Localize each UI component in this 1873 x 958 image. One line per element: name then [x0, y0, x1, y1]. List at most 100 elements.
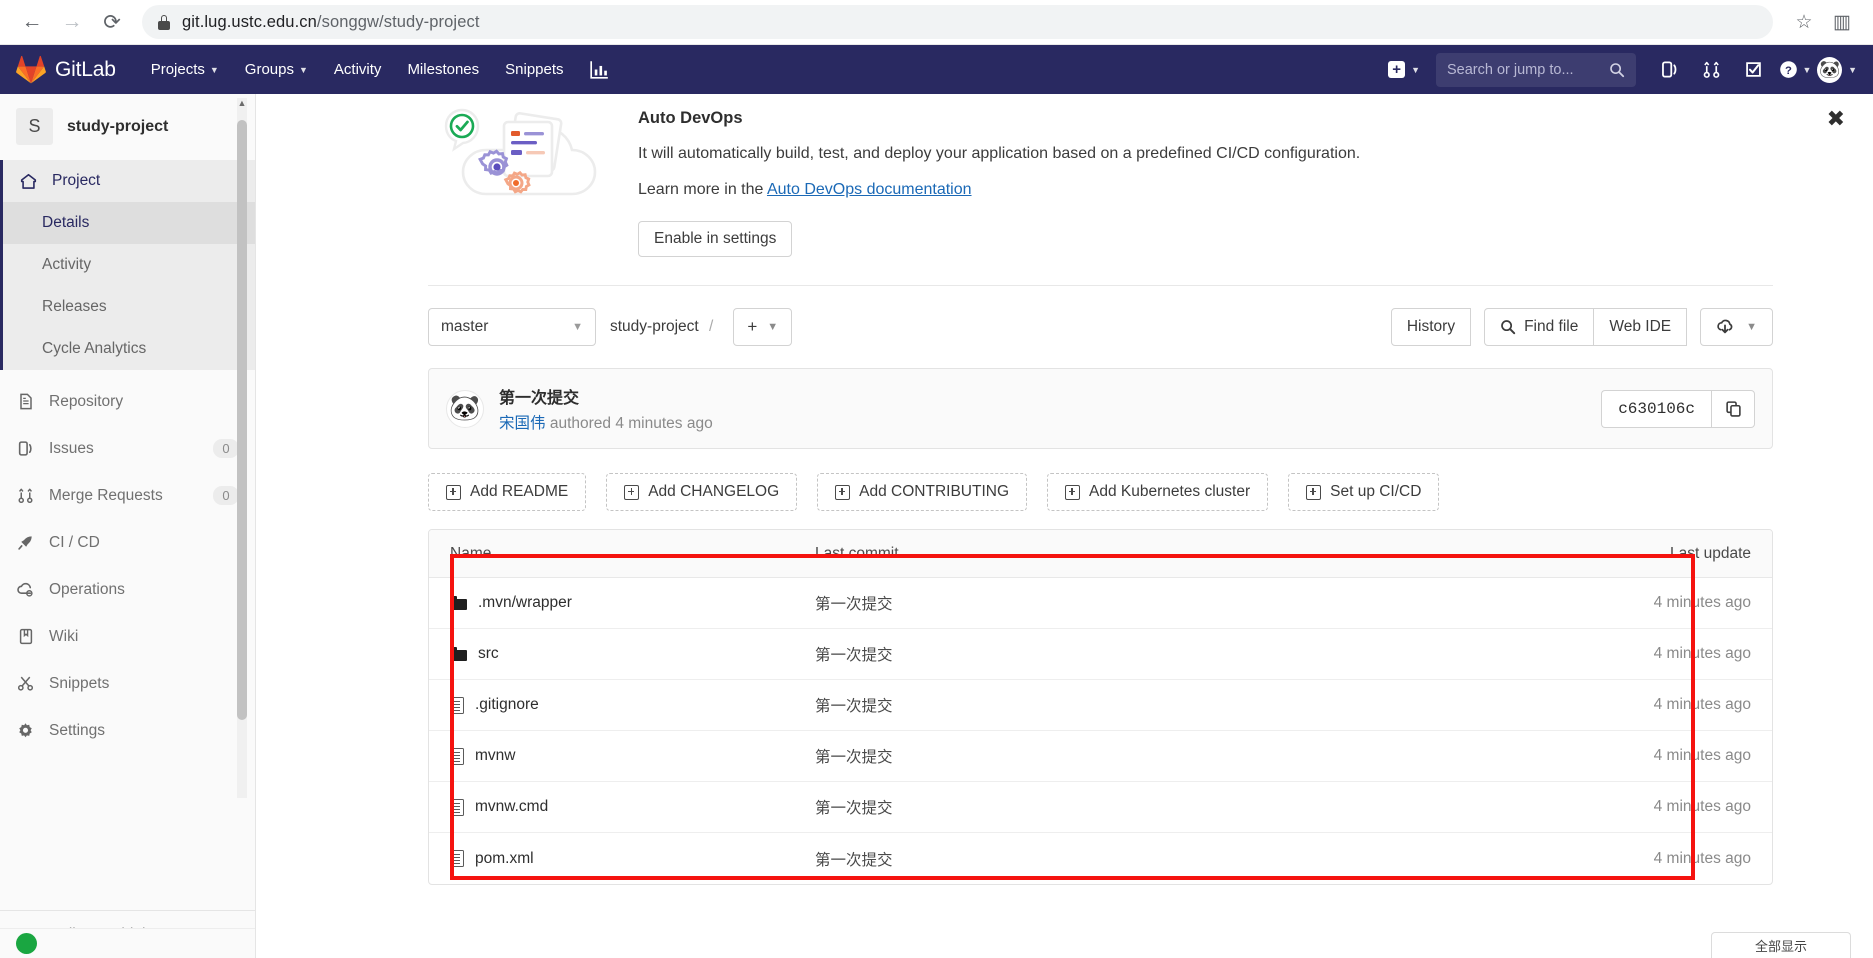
navbar-item-snippets[interactable]: Snippets [492, 45, 576, 94]
table-row[interactable]: .gitignore 第一次提交 4 minutes ago [429, 680, 1772, 731]
chart-icon [589, 61, 608, 79]
last-commit-cell[interactable]: 第一次提交 [815, 694, 1551, 716]
commit-sha[interactable]: c630106c [1601, 389, 1711, 428]
last-commit-cell[interactable]: 第一次提交 [815, 848, 1551, 870]
navbar-item-milestones[interactable]: Milestones [394, 45, 492, 94]
scrollbar-up-arrow[interactable]: ▲ [237, 98, 247, 108]
sidebar-item-releases[interactable]: Releases [3, 286, 255, 328]
set-up-ci-cd-button[interactable]: Set up CI/CD [1288, 473, 1440, 511]
commit-author-link[interactable]: 宋国伟 [499, 415, 546, 432]
file-name-cell[interactable]: pom.xml [450, 850, 815, 868]
last-update-cell: 4 minutes ago [1653, 849, 1751, 867]
main-content: Auto DevOps It will automatically build,… [256, 94, 1873, 958]
file-name-label: pom.xml [475, 849, 534, 867]
add-kubernetes-cluster-button[interactable]: Add Kubernetes cluster [1047, 473, 1269, 511]
sidebar-item-wiki[interactable]: Wiki [0, 613, 255, 660]
copy-icon[interactable] [1711, 389, 1755, 428]
breadcrumb-project-link[interactable]: study-project [610, 318, 699, 335]
commit-message[interactable]: 第一次提交 [499, 384, 713, 408]
sidebar-item-activity[interactable]: Activity [3, 244, 255, 286]
address-bar[interactable]: git.lug.ustc.edu.cn/songgw/study-project [142, 5, 1773, 39]
help-dropdown[interactable]: ? ▼ [1775, 50, 1815, 90]
file-name-cell[interactable]: src [450, 645, 815, 663]
sidebar-item-repository-label: Repository [49, 392, 124, 410]
download-clone-dropdown[interactable]: ▼ [1700, 308, 1773, 346]
merge-requests-icon[interactable] [1691, 50, 1731, 90]
add-contributing-button[interactable]: Add CONTRIBUTING [817, 473, 1027, 511]
sidebar-item-operations[interactable]: Operations [0, 566, 255, 613]
navbar-item-projects[interactable]: Projects ▼ [138, 45, 232, 94]
url-host: git.lug.ustc.edu.cn [182, 12, 317, 31]
sidebar-item-settings[interactable]: Settings [0, 707, 255, 754]
plus-square-icon [1065, 484, 1080, 500]
issues-icon [16, 440, 35, 457]
scrollbar-thumb[interactable] [237, 120, 247, 720]
sidebar-item-repository[interactable]: Repository [0, 378, 255, 425]
sidebar-item-ci-cd[interactable]: CI / CD [0, 519, 255, 566]
file-browser-table: Name Last commit Last update .mvn/wrappe… [428, 529, 1773, 885]
table-row[interactable]: .mvn/wrapper 第一次提交 4 minutes ago [429, 578, 1772, 629]
navbar-item-activity[interactable]: Activity [321, 45, 395, 94]
gitlab-home-link[interactable]: GitLab [16, 55, 116, 84]
navbar-item-analytics[interactable] [577, 45, 622, 94]
corner-badge[interactable]: 全部显示 [1711, 932, 1851, 958]
add-readme-button[interactable]: Add README [428, 473, 587, 511]
wiki-icon [16, 628, 35, 645]
sidebar-scrollbar[interactable]: ▲ [237, 98, 247, 798]
auto-devops-description: It will automatically build, test, and d… [638, 145, 1361, 162]
sidebar-item-issues[interactable]: Issues 0 [0, 425, 255, 472]
table-row[interactable]: mvnw 第一次提交 4 minutes ago [429, 731, 1772, 782]
issues-icon[interactable] [1649, 50, 1689, 90]
find-file-label: Find file [1524, 318, 1579, 335]
file-name-label: .gitignore [475, 696, 539, 713]
repository-toolbar: master ▼ study-project / + ▼ History Fin… [428, 308, 1773, 346]
sidebar-item-project[interactable]: Project [3, 160, 255, 202]
last-commit-cell[interactable]: 第一次提交 [815, 643, 1551, 665]
forward-button[interactable]: → [54, 4, 90, 40]
auto-devops-doc-link[interactable]: Auto DevOps documentation [767, 181, 972, 198]
sidebar-project-header[interactable]: S study-project [0, 94, 255, 160]
sidebar-item-merge-requests[interactable]: Merge Requests 0 [0, 472, 255, 519]
project-name-label: study-project [67, 117, 169, 135]
last-commit-cell[interactable]: 第一次提交 [815, 745, 1551, 767]
quick-actions-row: Add README Add CHANGELOG Add CONTRIBUTIN… [428, 473, 1773, 511]
web-ide-button[interactable]: Web IDE [1593, 308, 1688, 346]
file-name-cell[interactable]: .gitignore [450, 696, 815, 714]
find-file-button[interactable]: Find file [1484, 308, 1595, 346]
file-name-cell[interactable]: .mvn/wrapper [450, 594, 815, 612]
avatar: 🐼 [1817, 56, 1843, 83]
file-name-cell[interactable]: mvnw.cmd [450, 798, 815, 816]
column-header-last-commit: Last commit [815, 544, 899, 562]
branch-selector[interactable]: master ▼ [428, 308, 596, 346]
history-button[interactable]: History [1390, 308, 1472, 346]
new-item-dropdown[interactable]: + ▼ [1379, 53, 1429, 87]
table-row[interactable]: src 第一次提交 4 minutes ago [429, 629, 1772, 680]
back-button[interactable]: ← [14, 4, 50, 40]
enable-in-settings-button[interactable]: Enable in settings [638, 221, 793, 257]
add-to-repo-dropdown[interactable]: + ▼ [733, 308, 793, 346]
auto-devops-text: Auto DevOps It will automatically build,… [638, 106, 1735, 257]
sidebar-item-cycle-analytics[interactable]: Cycle Analytics [3, 328, 255, 370]
search-input[interactable]: Search or jump to... [1436, 52, 1636, 87]
file-name-label: src [478, 645, 499, 662]
table-row[interactable]: pom.xml 第一次提交 4 minutes ago [429, 833, 1772, 884]
close-icon[interactable]: ✖ [1827, 108, 1845, 130]
bookmark-star-icon[interactable]: ☆ [1787, 5, 1821, 39]
extensions-icon[interactable]: ▥ [1825, 5, 1859, 39]
last-commit-cell[interactable]: 第一次提交 [815, 796, 1551, 818]
navbar-item-groups[interactable]: Groups ▼ [232, 45, 321, 94]
todos-icon[interactable] [1733, 50, 1773, 90]
column-header-last-update: Last update [1669, 544, 1751, 562]
sidebar-item-snippets[interactable]: Snippets [0, 660, 255, 707]
sidebar-item-details[interactable]: Details [3, 202, 255, 244]
gitlab-logo-icon [16, 55, 46, 84]
reload-button[interactable]: ⟳ [94, 4, 130, 40]
chevron-down-icon: ▼ [767, 321, 779, 333]
plus-square-icon [835, 484, 851, 500]
table-row[interactable]: mvnw.cmd 第一次提交 4 minutes ago [429, 782, 1772, 833]
last-commit-cell[interactable]: 第一次提交 [815, 592, 1551, 614]
last-update-cell: 4 minutes ago [1653, 696, 1751, 713]
add-changelog-button[interactable]: Add CHANGELOG [606, 473, 798, 511]
file-name-cell[interactable]: mvnw [450, 747, 815, 765]
user-menu[interactable]: 🐼 ▼ [1817, 50, 1857, 90]
